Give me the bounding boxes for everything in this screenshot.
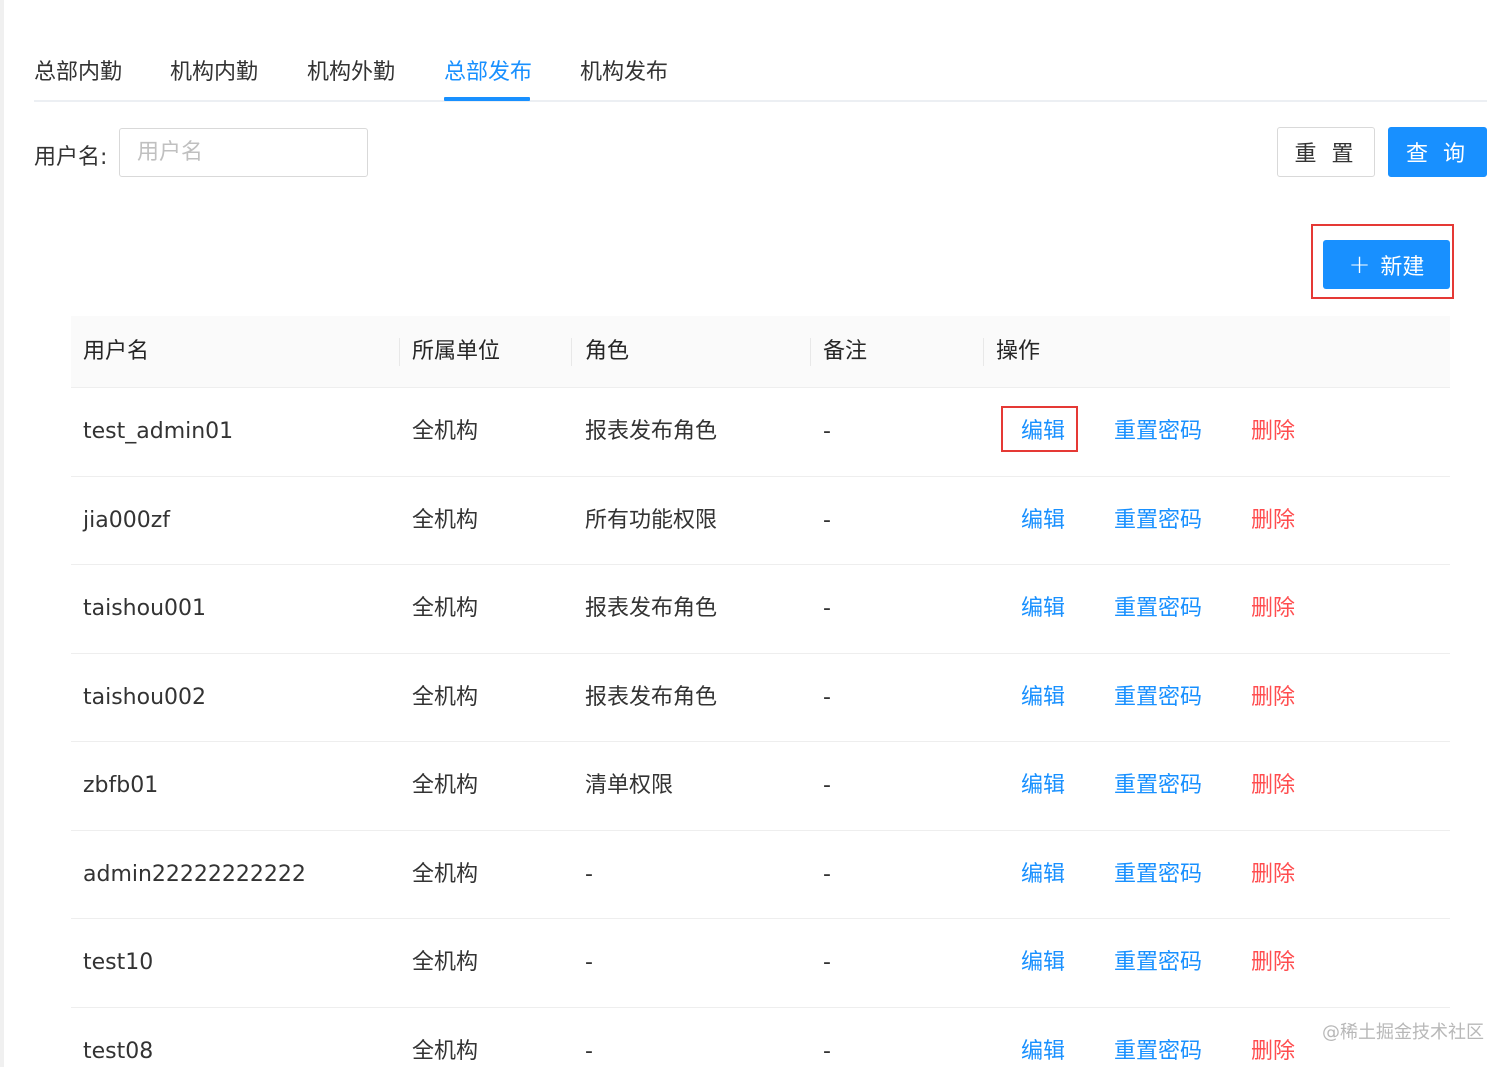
- column-divider: [810, 338, 811, 366]
- reset-password-link[interactable]: 重置密码: [1114, 919, 1202, 1007]
- watermark: @稀土掘金技术社区: [1322, 1022, 1484, 1043]
- username-label: 用户名:: [34, 145, 108, 170]
- cell-role: -: [585, 950, 593, 975]
- user-table: 用户名 所属单位 角色 备注 操作 test_admin01 全机构 报表发布角色 -…: [71, 316, 1450, 1067]
- cell-username: admin22222222222: [83, 861, 306, 887]
- table-header: 用户名 所属单位 角色 备注 操作: [71, 316, 1450, 388]
- cell-unit: 全机构: [412, 684, 479, 710]
- cell-username: test10: [83, 950, 154, 975]
- cell-unit: 全机构: [412, 773, 479, 798]
- edit-link[interactable]: 编辑: [1021, 1008, 1065, 1067]
- delete-link[interactable]: 删除: [1251, 919, 1295, 1007]
- table-row: jia000zf 全机构 所有功能权限 - 编辑 重置密码 删除: [71, 477, 1450, 565]
- table-row: test08 全机构 - - 编辑 重置密码 删除: [71, 1008, 1450, 1067]
- tab-hq-internal[interactable]: 总部内勤: [34, 54, 122, 86]
- column-header-role: 角色: [585, 339, 630, 364]
- cell-username: test08: [83, 1038, 154, 1064]
- column-divider: [399, 338, 400, 366]
- cell-unit: 全机构: [412, 419, 479, 444]
- table-row: test10 全机构 - - 编辑 重置密码 删除: [71, 919, 1450, 1008]
- cell-unit: 全机构: [412, 950, 479, 975]
- cell-username: taishou001: [83, 596, 207, 621]
- cell-role: 报表发布角色: [585, 419, 718, 444]
- table-row: zbfb01 全机构 清单权限 - 编辑 重置密码 删除: [71, 742, 1450, 831]
- cell-remark: -: [823, 1038, 831, 1064]
- cell-unit: 全机构: [412, 1038, 479, 1064]
- cell-remark: -: [823, 861, 831, 887]
- table-row: admin22222222222 全机构 - - 编辑 重置密码 删除: [71, 831, 1450, 919]
- table-row: taishou002 全机构 报表发布角色 - 编辑 重置密码 删除: [71, 654, 1450, 742]
- tab-org-field[interactable]: 机构外勤: [307, 54, 395, 86]
- username-search-input[interactable]: [119, 128, 368, 177]
- cell-role: 所有功能权限: [585, 507, 718, 533]
- tab-org-internal[interactable]: 机构内勤: [170, 54, 258, 86]
- cell-username: taishou002: [83, 684, 207, 710]
- column-divider: [571, 338, 572, 366]
- tab-hq-publish[interactable]: 总部发布: [444, 54, 532, 86]
- delete-link[interactable]: 删除: [1251, 1008, 1295, 1067]
- edit-link[interactable]: 编辑: [1021, 742, 1065, 830]
- cell-username: zbfb01: [83, 773, 159, 798]
- edit-link[interactable]: 编辑: [1021, 477, 1065, 565]
- reset-password-link[interactable]: 重置密码: [1114, 742, 1202, 830]
- column-header-remark: 备注: [823, 339, 868, 364]
- cell-username: jia000zf: [83, 507, 170, 533]
- cell-remark: -: [823, 419, 831, 444]
- reset-password-link[interactable]: 重置密码: [1114, 1008, 1202, 1067]
- cell-unit: 全机构: [412, 596, 479, 621]
- cell-role: -: [585, 1038, 593, 1064]
- cell-unit: 全机构: [412, 507, 479, 533]
- tab-bar: 总部内勤 机构内勤 机构外勤 总部发布 机构发布: [34, 40, 1487, 102]
- cell-remark: -: [823, 950, 831, 975]
- reset-password-link[interactable]: 重置密码: [1114, 388, 1202, 476]
- column-divider: [983, 338, 984, 366]
- edit-link[interactable]: 编辑: [1021, 919, 1065, 1007]
- delete-link[interactable]: 删除: [1251, 654, 1295, 742]
- edit-link[interactable]: 编辑: [1021, 654, 1065, 742]
- column-header-username: 用户名: [83, 339, 150, 364]
- cell-remark: -: [823, 507, 831, 533]
- table-row: taishou001 全机构 报表发布角色 - 编辑 重置密码 删除: [71, 565, 1450, 654]
- reset-password-link[interactable]: 重置密码: [1114, 831, 1202, 919]
- reset-password-link[interactable]: 重置密码: [1114, 565, 1202, 653]
- delete-link[interactable]: 删除: [1251, 388, 1295, 476]
- plus-icon: +: [1348, 249, 1371, 280]
- cell-username: test_admin01: [83, 419, 234, 444]
- page-left-edge: [0, 0, 4, 1067]
- edit-highlight-box: [1001, 406, 1078, 452]
- cell-unit: 全机构: [412, 861, 479, 887]
- table-row: test_admin01 全机构 报表发布角色 - 编辑 重置密码 删除: [71, 388, 1450, 477]
- edit-link[interactable]: 编辑: [1021, 565, 1065, 653]
- reset-password-link[interactable]: 重置密码: [1114, 477, 1202, 565]
- cell-role: 清单权限: [585, 773, 674, 798]
- cell-remark: -: [823, 684, 831, 710]
- column-header-unit: 所属单位: [412, 339, 501, 364]
- column-header-actions: 操作: [996, 339, 1041, 364]
- new-button-label: 新建: [1380, 254, 1425, 280]
- delete-link[interactable]: 删除: [1251, 565, 1295, 653]
- edit-link[interactable]: 编辑: [1021, 831, 1065, 919]
- delete-link[interactable]: 删除: [1251, 831, 1295, 919]
- tab-org-publish[interactable]: 机构发布: [580, 54, 668, 86]
- reset-button[interactable]: 重 置: [1277, 127, 1375, 177]
- new-button[interactable]: + 新建: [1323, 240, 1450, 289]
- cell-remark: -: [823, 773, 831, 798]
- reset-password-link[interactable]: 重置密码: [1114, 654, 1202, 742]
- active-tab-indicator: [444, 97, 530, 101]
- cell-remark: -: [823, 596, 831, 621]
- cell-role: -: [585, 861, 593, 887]
- delete-link[interactable]: 删除: [1251, 477, 1295, 565]
- cell-role: 报表发布角色: [585, 684, 718, 710]
- query-button[interactable]: 查 询: [1388, 127, 1487, 177]
- table-body: test_admin01 全机构 报表发布角色 - 编辑 重置密码 删除 jia000zf 全机…: [71, 388, 1450, 1067]
- delete-link[interactable]: 删除: [1251, 742, 1295, 830]
- cell-role: 报表发布角色: [585, 596, 718, 621]
